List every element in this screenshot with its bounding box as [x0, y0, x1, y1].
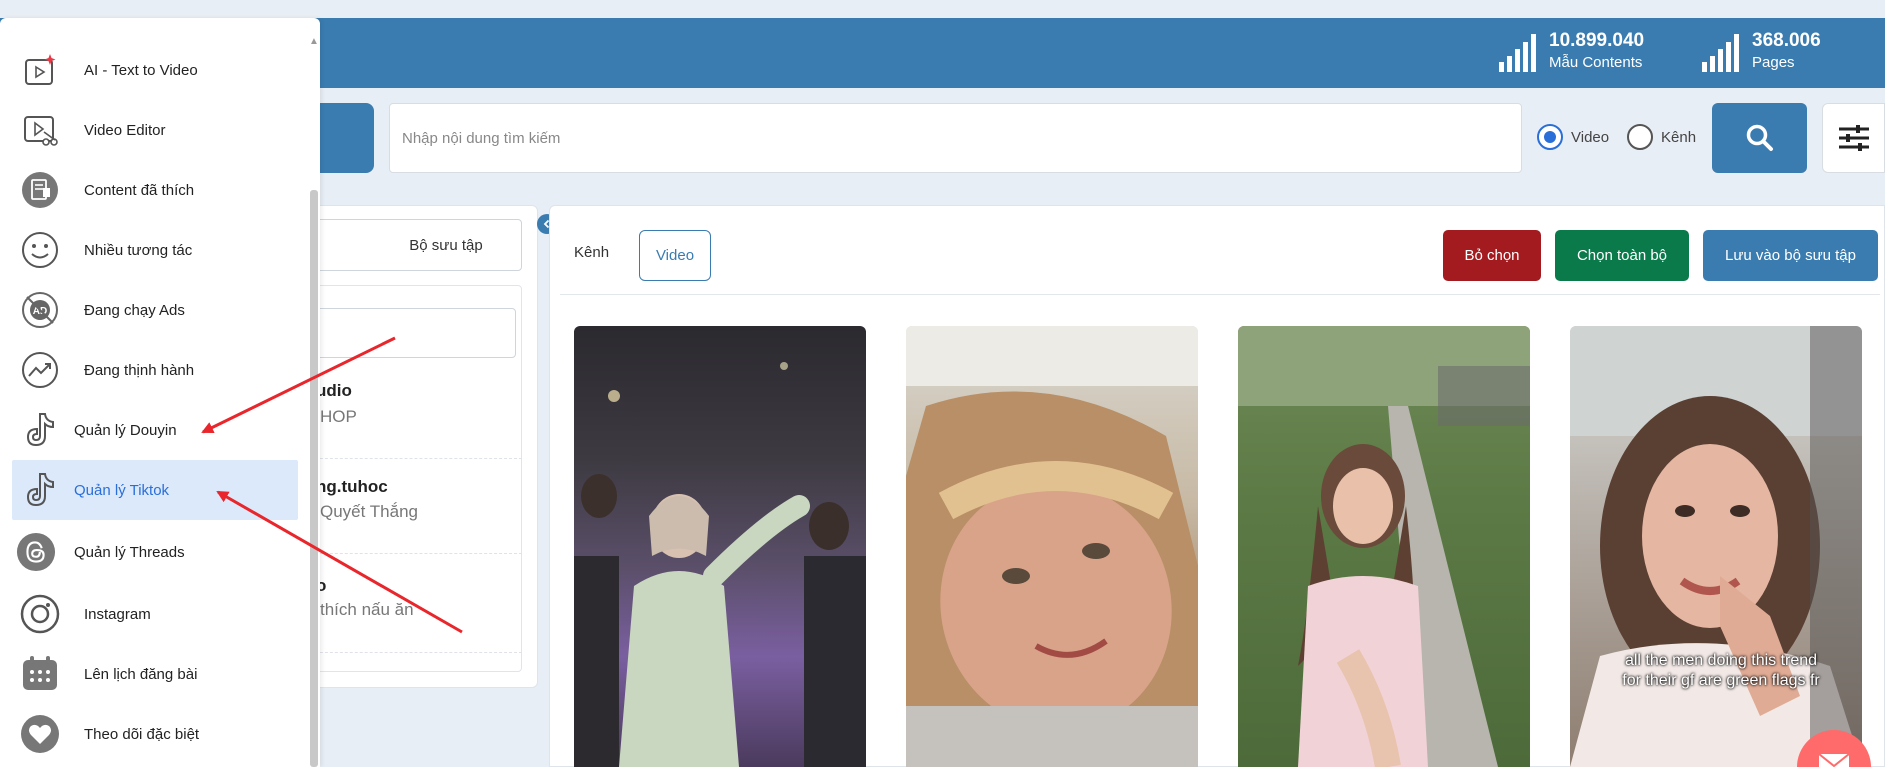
radio-channel[interactable]: Kênh: [1627, 124, 1696, 150]
mail-icon: [1818, 753, 1850, 767]
sidebar-item-special-follow[interactable]: Theo dõi đặc biệt: [12, 704, 298, 764]
selfie-woman-image: [906, 326, 1198, 767]
liked-content-icon: [20, 170, 60, 210]
contents-count: 10.899.040: [1549, 30, 1645, 51]
tiktok-icon: [20, 470, 60, 510]
sidebar-item-video-editor[interactable]: Video Editor: [12, 100, 298, 160]
search-icon: [1746, 124, 1773, 151]
contents-label: Mẫu Contents: [1549, 54, 1643, 71]
car-woman-image: [1570, 326, 1862, 767]
concert-crowd-image: [574, 362, 866, 767]
smile-icon: [20, 230, 60, 270]
select-all-button[interactable]: Chọn toàn bộ: [1555, 230, 1689, 281]
tab-channel[interactable]: Kênh: [574, 244, 609, 261]
sidebar-item-label: Video Editor: [84, 121, 166, 139]
pages-stat: 368.006 Pages: [1700, 30, 1821, 74]
radio-video-label: Video: [1571, 128, 1610, 146]
signal-bars-icon: [1702, 34, 1739, 72]
sidebar-item-label: Content đã thích: [84, 181, 195, 199]
sidebar-item-label: Quản lý Threads: [74, 543, 185, 561]
radio-channel-circle[interactable]: [1627, 124, 1653, 150]
radio-channel-label: Kênh: [1661, 128, 1697, 146]
tab-video[interactable]: Video: [639, 230, 711, 281]
radio-video[interactable]: Video: [1537, 124, 1609, 150]
sidebar-item-label: Đang chạy Ads: [84, 301, 185, 319]
scroll-up-arrow[interactable]: ▲: [309, 36, 319, 47]
sidebar-item-label: AI - Text to Video: [84, 61, 198, 79]
video-editor-icon: [20, 110, 60, 150]
list-item-title: udio: [316, 381, 352, 400]
sidebar-item-label: Đang thịnh hành: [84, 361, 195, 379]
douyin-icon: [20, 410, 60, 450]
channel-filter-input[interactable]: [300, 308, 516, 358]
video-thumbnail[interactable]: [906, 326, 1198, 767]
sidebar-item-label: Instagram: [84, 605, 151, 623]
list-item-title: ng.tuhoc: [316, 477, 388, 496]
filter-button[interactable]: [1822, 103, 1885, 173]
calendar-icon: [20, 654, 60, 694]
sidebar-item-running-ads[interactable]: AD Đang chạy Ads: [12, 280, 298, 340]
list-item[interactable]: ng.tuhoc Quyết Thắng: [300, 470, 522, 554]
sidebar-item-instagram[interactable]: Instagram: [12, 584, 298, 644]
heart-icon: [20, 714, 60, 754]
trending-icon: [20, 350, 60, 390]
video-thumbnail[interactable]: all the men doing this trend for their g…: [1570, 326, 1862, 767]
sidebar-item-douyin[interactable]: Quản lý Douyin: [12, 400, 298, 460]
sidebar-item-label: Theo dõi đặc biệt: [84, 725, 200, 743]
radio-video-circle[interactable]: [1537, 124, 1563, 150]
sidebar-item-label: Quản lý Tiktok: [74, 481, 170, 499]
save-collection-button[interactable]: Lưu vào bộ sưu tập: [1703, 230, 1878, 281]
divider: [560, 294, 1880, 295]
signal-bars-icon: [1499, 34, 1536, 72]
list-item-subtitle: Quyết Thắng: [320, 502, 418, 521]
sidebar-item-high-interaction[interactable]: Nhiều tương tác: [12, 220, 298, 280]
sidebar-item-schedule[interactable]: Lên lịch đăng bài: [12, 644, 298, 704]
deselect-button[interactable]: Bỏ chọn: [1443, 230, 1541, 281]
ai-video-icon: [20, 50, 60, 90]
sidebar-item-threads[interactable]: Quản lý Threads: [12, 522, 298, 582]
video-thumbnail[interactable]: [574, 326, 866, 767]
search-button[interactable]: [1712, 103, 1807, 173]
street-woman-image: [1238, 326, 1530, 767]
list-item[interactable]: udio HOP: [300, 375, 522, 459]
sidebar-item-ai-text-to-video[interactable]: AI - Text to Video: [12, 40, 298, 100]
threads-icon: [16, 532, 56, 572]
sidebar-item-label: Quản lý Douyin: [74, 421, 177, 439]
instagram-icon: [20, 594, 60, 634]
sidebar-item-label: Lên lịch đăng bài: [84, 665, 198, 683]
ads-icon: AD: [20, 290, 60, 330]
list-item-subtitle: thích nấu ăn: [320, 600, 414, 619]
contents-stat: 10.899.040 Mẫu Contents: [1497, 30, 1644, 74]
sidebar-item-tiktok[interactable]: Quản lý Tiktok: [12, 460, 298, 520]
list-item[interactable]: o thích nấu ăn: [300, 565, 522, 653]
sidebar-item-trending[interactable]: Đang thịnh hành: [12, 340, 298, 400]
sidebar-item-label: Nhiều tương tác: [84, 241, 193, 259]
list-item-subtitle: HOP: [320, 407, 357, 426]
sliders-icon: [1838, 125, 1869, 151]
video-thumbnail[interactable]: [1238, 326, 1530, 767]
pages-count: 368.006: [1752, 30, 1821, 51]
pages-label: Pages: [1752, 54, 1795, 71]
tab-collection[interactable]: Bộ sưu tập: [310, 219, 522, 271]
sidebar-item-liked-content[interactable]: Content đã thích: [12, 160, 298, 220]
sidebar-scrollbar[interactable]: [310, 190, 318, 767]
video-caption: all the men doing this trend for their g…: [1622, 652, 1820, 689]
search-input[interactable]: [389, 103, 1522, 173]
